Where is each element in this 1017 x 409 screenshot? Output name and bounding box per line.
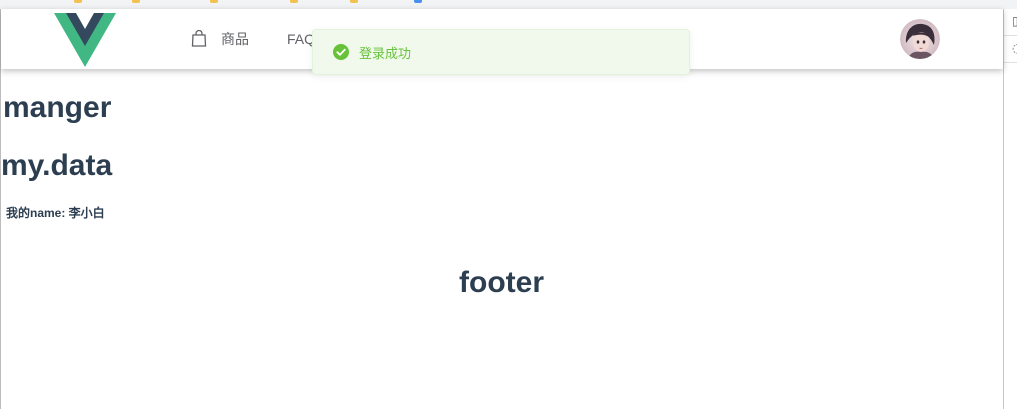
bookmark-folder-icon[interactable]: [290, 0, 298, 3]
page-border: [0, 9, 1, 409]
vue-logo-icon[interactable]: [54, 13, 116, 67]
bookmark-folder-icon[interactable]: [132, 0, 140, 3]
bookmark-link-icon[interactable]: [414, 0, 422, 3]
nav-item-goods[interactable]: 商品: [191, 9, 249, 69]
footer-title: footer: [459, 266, 544, 299]
page-heading-manger: manger: [3, 91, 112, 124]
user-name-text: 我的name: 李小白: [6, 206, 105, 220]
toast-message: 登录成功: [359, 45, 412, 61]
bookmark-folder-icon[interactable]: [210, 0, 218, 3]
nav-item-faq[interactable]: FAQ: [287, 9, 315, 69]
avatar: [900, 19, 940, 59]
user-avatar-icon[interactable]: [900, 19, 940, 59]
devtools-toolbar-row: ▯: [1004, 9, 1017, 36]
success-check-icon: [333, 44, 349, 60]
bookmark-folder-icon[interactable]: [74, 0, 82, 3]
devtools-console-row: ◌: [1004, 36, 1017, 63]
nav-item-label: 商品: [221, 31, 249, 47]
nav-item-label: FAQ: [287, 31, 316, 47]
devtools-dock-icon[interactable]: ▯: [1012, 14, 1017, 28]
shopping-bag-icon: [191, 29, 207, 47]
page-heading-mydata: my.data: [1, 149, 113, 182]
devtools-console-icon[interactable]: ◌: [1012, 41, 1017, 55]
success-toast: 登录成功: [312, 29, 690, 75]
devtools-panel-edge: ▯ ◌: [1003, 9, 1017, 409]
bookmark-folder-icon[interactable]: [350, 0, 358, 3]
